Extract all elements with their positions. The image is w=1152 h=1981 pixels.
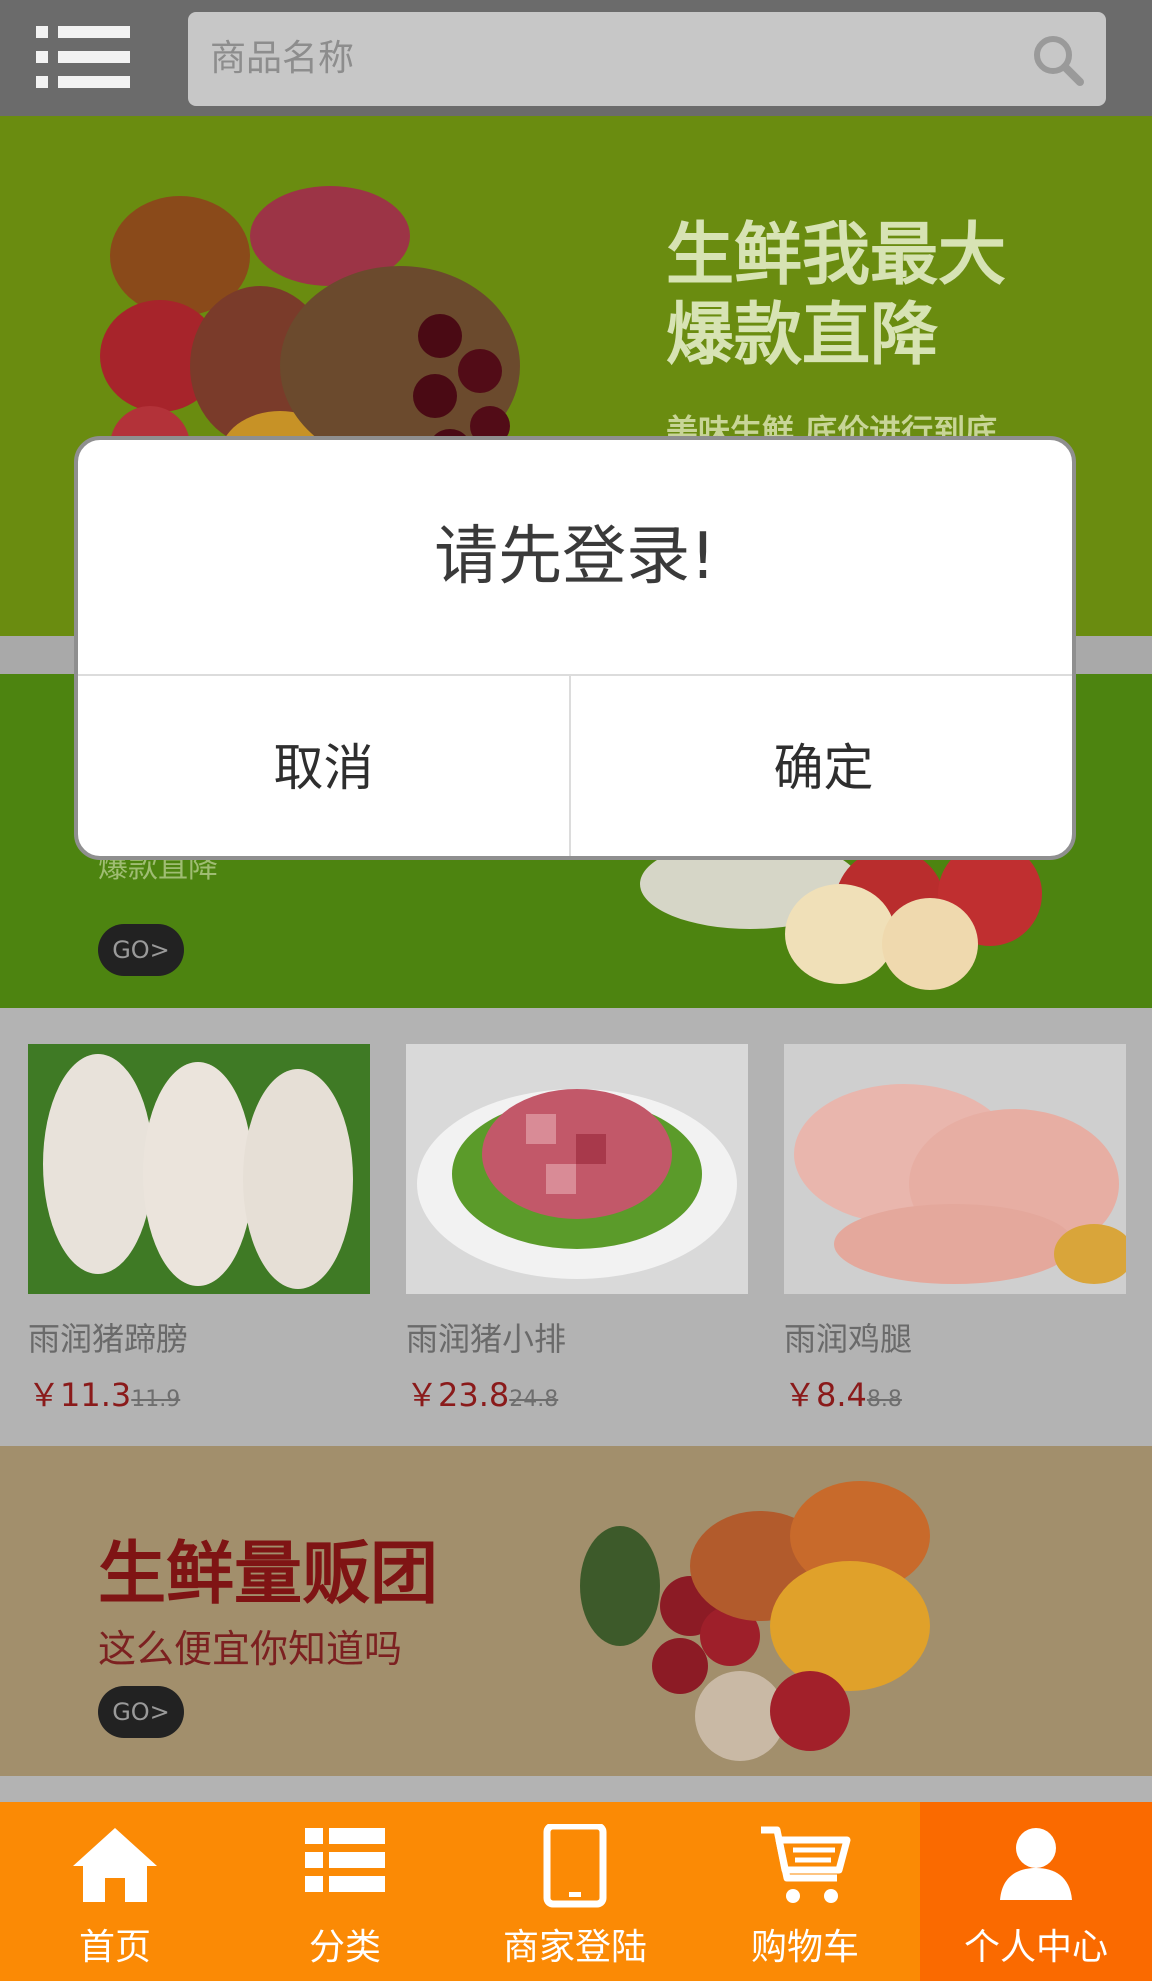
cancel-button[interactable]: 取消 xyxy=(78,676,569,856)
user-icon xyxy=(1000,1828,1072,1900)
nav-item-cart[interactable]: 购物车 xyxy=(690,1802,920,1981)
list-icon xyxy=(305,1828,385,1892)
nav-label: 个人中心 xyxy=(963,1927,1108,1968)
nav-item-profile[interactable]: 个人中心 xyxy=(920,1802,1152,1981)
nav-label: 首页 xyxy=(78,1927,151,1968)
login-required-dialog: 请先登录! 取消 确定 xyxy=(74,436,1076,860)
confirm-button[interactable]: 确定 xyxy=(571,676,1072,856)
cart-icon xyxy=(761,1826,851,1903)
nav-item-home[interactable]: 首页 xyxy=(0,1802,230,1981)
nav-item-category[interactable]: 分类 xyxy=(230,1802,460,1981)
nav-label: 购物车 xyxy=(750,1927,859,1968)
bottom-nav: 首页 分类 商家登陆 购物车 个人中心 xyxy=(0,1802,1152,1981)
nav-label: 分类 xyxy=(308,1927,381,1968)
tablet-icon xyxy=(543,1824,607,1908)
nav-label: 商家登陆 xyxy=(502,1927,647,1968)
dialog-message: 请先登录! xyxy=(434,520,716,594)
nav-item-merchant-login[interactable]: 商家登陆 xyxy=(460,1802,690,1981)
modal-overlay[interactable] xyxy=(0,0,1152,1802)
home-icon xyxy=(73,1828,157,1902)
